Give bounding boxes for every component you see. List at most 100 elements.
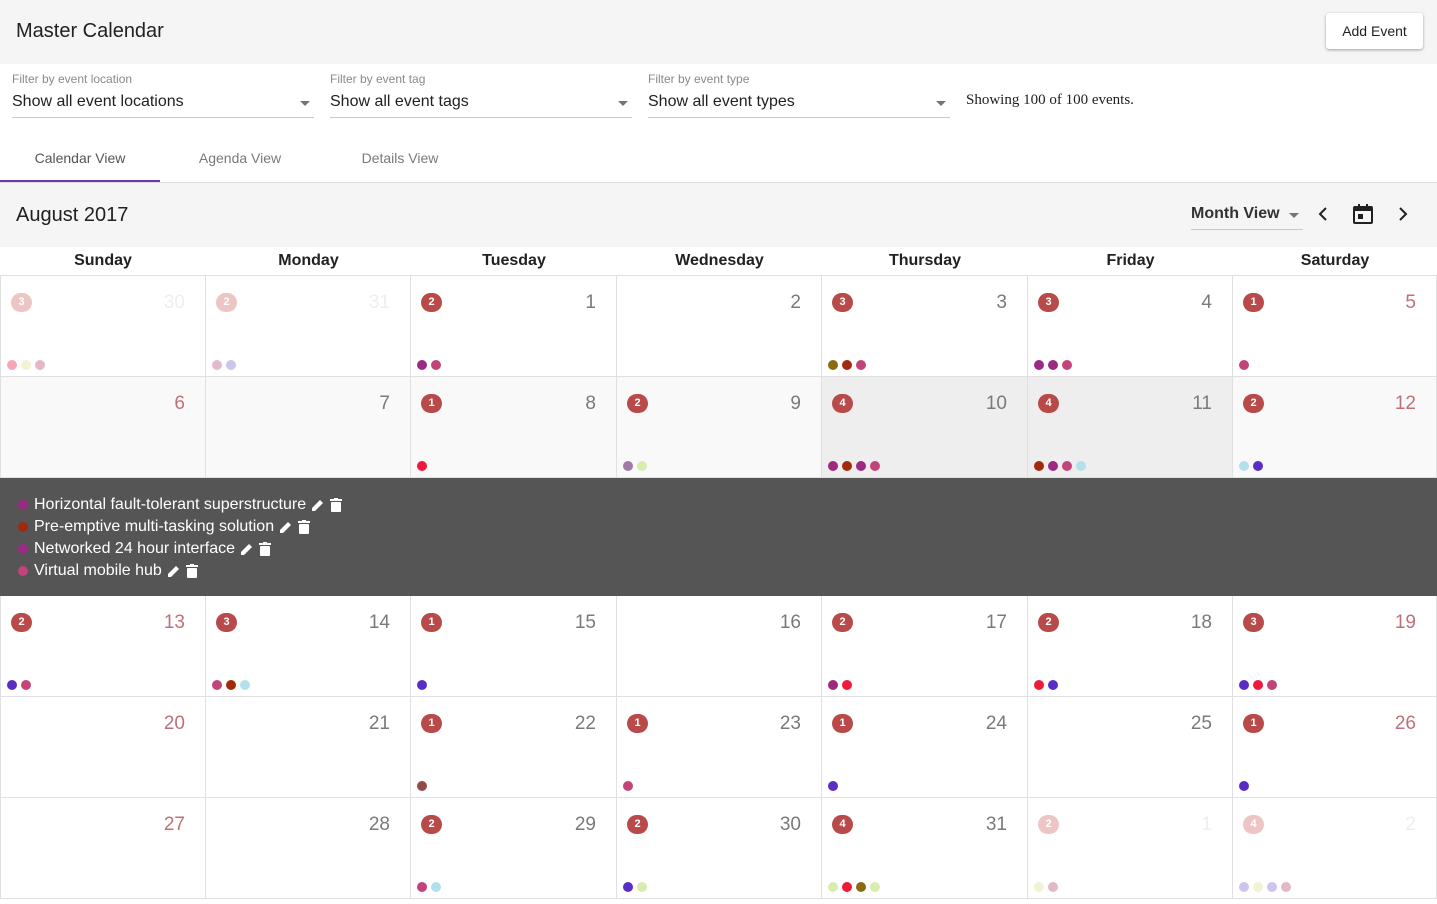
chevron-right-icon (1399, 207, 1408, 221)
calendar-day-cell[interactable]: 1 15 (411, 596, 617, 696)
tab-agenda-view[interactable]: Agenda View (160, 134, 320, 182)
event-dot (7, 360, 17, 370)
event-dot (1239, 461, 1249, 471)
calendar-day-cell[interactable]: 18 (411, 377, 617, 477)
expanded-event-item[interactable]: Virtual mobile hub (18, 560, 198, 582)
calendar-day-cell[interactable]: 1 24 (822, 697, 1028, 797)
event-count-badge: 1 (421, 394, 442, 413)
event-dot (35, 360, 45, 370)
day-number: 9 (790, 393, 801, 414)
tag-filter-select[interactable]: Filter by event tag Show all event tags (330, 70, 632, 118)
calendar-day-cell[interactable]: 3 14 (206, 596, 411, 696)
calendar-day-cell[interactable]: 4 10 (822, 377, 1028, 477)
calendar-day-cell[interactable]: 21 (1028, 798, 1233, 898)
day-number: 2 (1405, 814, 1416, 835)
view-mode-select[interactable]: Month View (1191, 203, 1303, 230)
type-filter-label: Filter by event type (648, 72, 750, 86)
event-count-badge: 2 (1038, 613, 1059, 632)
calendar-day-cell[interactable]: 20 (0, 697, 206, 797)
event-count-badge: 2 (627, 394, 648, 413)
calendar-day-cell[interactable]: 2 31 (206, 276, 411, 376)
calendar-day-cell[interactable]: 1 26 (1233, 697, 1437, 797)
day-name: Friday (1106, 252, 1155, 269)
delete-icon[interactable] (259, 542, 271, 556)
delete-icon[interactable] (185, 564, 198, 578)
calendar-day-cell[interactable]: 7 (206, 377, 411, 477)
calendar-day-cell[interactable]: 3 30 (0, 276, 206, 376)
event-count-badge: 2 (421, 815, 442, 834)
calendar-day-cell[interactable]: 21 (206, 697, 411, 797)
event-dot (417, 781, 427, 791)
calendar-day-cell[interactable]: 27 (0, 798, 206, 898)
event-dots (623, 461, 647, 471)
expanded-event-item[interactable]: Horizontal fault-tolerant superstructure (18, 494, 343, 516)
next-month-button[interactable] (1391, 202, 1415, 226)
calendar-day-cell[interactable]: 2 13 (0, 596, 206, 696)
calendar-day-cell[interactable]: 2 17 (822, 596, 1028, 696)
tab-calendar-view[interactable]: Calendar View (0, 134, 160, 182)
calendar-day-cell[interactable]: 1 23 (617, 697, 822, 797)
event-dot (828, 882, 838, 892)
event-count-badge: 2 (421, 293, 442, 312)
calendar-day-cell[interactable]: 2 (617, 276, 822, 376)
event-count-badge: 2 (832, 613, 853, 632)
calendar-day-cell[interactable]: 4 31 (822, 798, 1028, 898)
edit-icon[interactable] (167, 564, 181, 578)
edit-icon[interactable] (279, 520, 293, 534)
event-dot (842, 360, 852, 370)
showing-count-text: Showing 100 of 100 events. (966, 92, 1134, 108)
calendar-today-icon (1353, 204, 1373, 224)
view-tabs: Calendar View Agenda View Details View (0, 134, 1437, 183)
expanded-event-item[interactable]: Pre-emptive multi-tasking solution (18, 516, 311, 538)
day-number: 17 (985, 612, 1007, 633)
calendar-day-cell[interactable]: 3 19 (1233, 596, 1437, 696)
delete-icon[interactable] (330, 498, 343, 512)
day-number: 6 (174, 393, 185, 414)
calendar-day-cell[interactable]: 15 (1233, 276, 1437, 376)
event-dots (1034, 680, 1058, 690)
event-dot (1048, 461, 1058, 471)
calendar-week-row: 6 7 1 8 2 9 4 10 4 11 2 12 (0, 377, 1437, 478)
event-dot (1239, 680, 1249, 690)
calendar-day-cell[interactable]: 2 30 (617, 798, 822, 898)
calendar-day-cell[interactable]: 2 29 (411, 798, 617, 898)
day-number: 30 (779, 814, 801, 835)
event-count-badge: 4 (832, 394, 853, 413)
event-dot (828, 360, 838, 370)
expanded-event-item[interactable]: Networked 24 hour interface (18, 538, 271, 560)
type-filter-select[interactable]: Filter by event type Show all event type… (648, 70, 950, 118)
calendar-day-cell[interactable]: 6 (0, 377, 206, 477)
calendar-day-cell[interactable]: 42 (1233, 798, 1437, 898)
event-dot (1253, 680, 1263, 690)
dropdown-arrow-icon (618, 101, 628, 106)
day-number: 23 (779, 713, 801, 734)
calendar-day-cell[interactable]: 1 22 (411, 697, 617, 797)
add-event-button[interactable]: Add Event (1326, 13, 1423, 49)
calendar-day-cell[interactable]: 28 (206, 798, 411, 898)
previous-month-button[interactable] (1311, 202, 1335, 226)
type-filter-value: Show all event types (648, 93, 795, 110)
event-dots (1239, 781, 1249, 791)
day-number: 13 (163, 612, 185, 633)
day-number: 25 (1190, 713, 1212, 734)
calendar-day-cell[interactable]: 34 (1028, 276, 1233, 376)
tab-details-view[interactable]: Details View (320, 134, 480, 182)
edit-icon[interactable] (240, 542, 254, 556)
calendar-day-cell[interactable]: 21 (411, 276, 617, 376)
calendar-week-row: 20 21 1 22 1 23 1 24 25 1 26 (0, 697, 1437, 798)
calendar-day-cell[interactable]: 29 (617, 377, 822, 477)
calendar-day-cell[interactable]: 33 (822, 276, 1028, 376)
location-filter-select[interactable]: Filter by event location Show all event … (12, 70, 314, 118)
edit-icon[interactable] (311, 498, 325, 512)
event-title: Virtual mobile hub (34, 562, 162, 579)
calendar-day-cell[interactable]: 2 18 (1028, 596, 1233, 696)
calendar-day-cell[interactable]: 4 11 (1028, 377, 1233, 477)
calendar-day-cell[interactable]: 16 (617, 596, 822, 696)
today-button[interactable] (1351, 202, 1375, 226)
delete-icon[interactable] (298, 520, 311, 534)
event-dot (623, 882, 633, 892)
calendar-day-cell[interactable]: 2 12 (1233, 377, 1437, 477)
event-dot (1034, 360, 1044, 370)
calendar-day-cell[interactable]: 25 (1028, 697, 1233, 797)
day-number: 4 (1201, 292, 1212, 313)
